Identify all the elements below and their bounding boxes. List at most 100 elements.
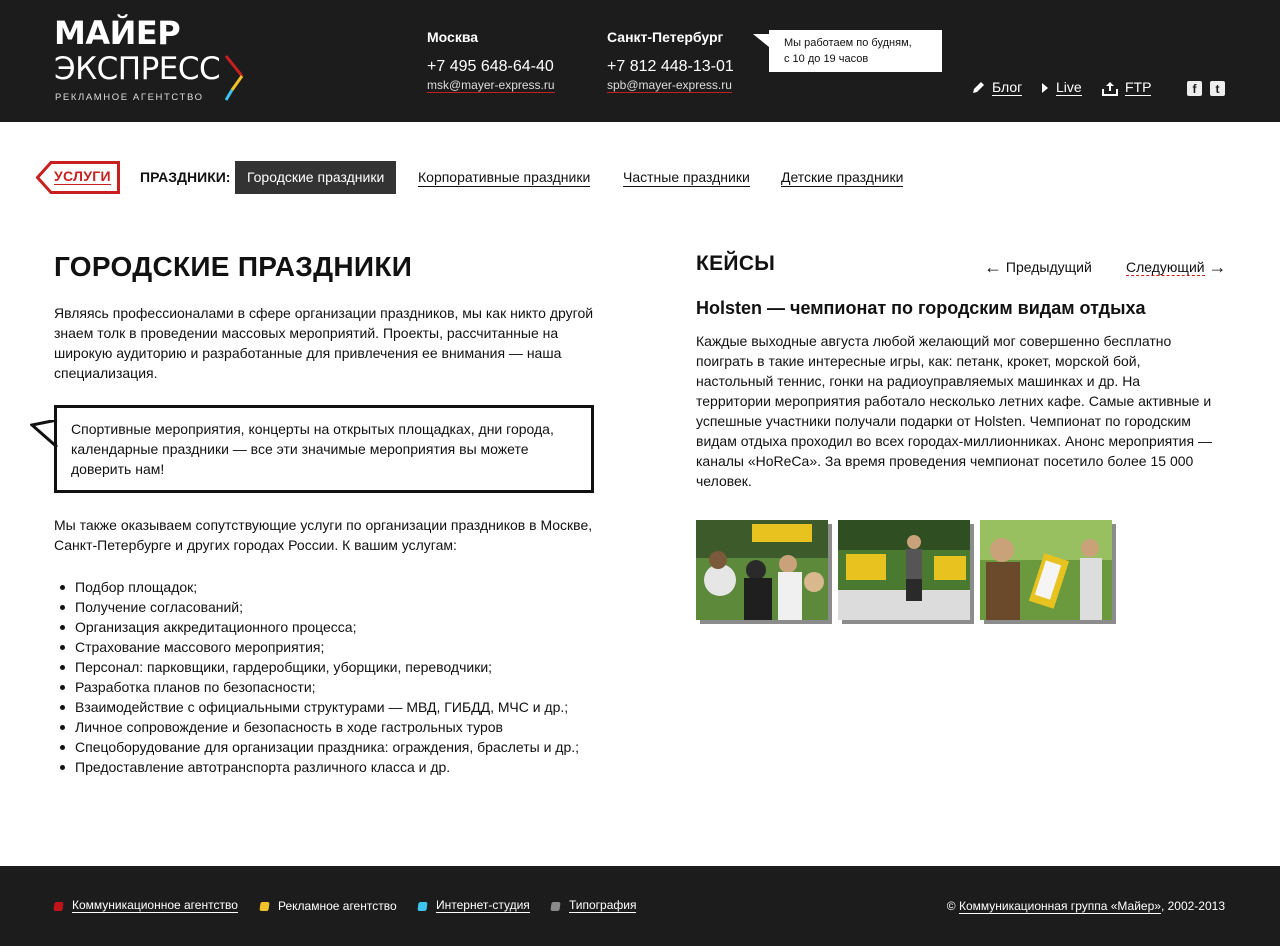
case-title: Holsten — чемпионат по городским видам о…	[696, 298, 1146, 318]
logo-tagline: РЕКЛАМНОЕ АГЕНТСТВО	[55, 92, 204, 103]
list-item: Получение согласований;	[54, 597, 579, 617]
page-title: ГОРОДСКИЕ ПРАЗДНИКИ	[54, 251, 413, 282]
live-link-label: Live	[1056, 79, 1082, 96]
text-line: доверить нам!	[71, 461, 165, 477]
prev-case-label: Предыдущий	[1005, 259, 1092, 275]
worktime-bubble: Мы работаем по будням, с 10 до 19 часов	[769, 30, 942, 72]
gray-bullet-icon	[550, 901, 561, 911]
text-line: Спортивные мероприятия, концерты на откр…	[71, 421, 554, 437]
ftp-link[interactable]: FTP	[1102, 79, 1152, 96]
text-line: Мы также оказываем сопутствующие услуги …	[54, 517, 593, 533]
sub-navigation: УСЛУГИ ПРАЗДНИКИ: Городские праздники Ко…	[0, 160, 1280, 194]
case-photo-thumbnail[interactable]	[838, 520, 970, 620]
arrow-right-icon: →	[1208, 257, 1227, 277]
list-item: Спецоборудование для организации праздни…	[54, 737, 579, 757]
footer-link-label: Типография	[569, 898, 637, 913]
text-line: успешные участники получали подарки от H…	[696, 413, 1191, 429]
city-phone: +7 812 448-13-01	[607, 58, 734, 75]
upload-icon	[1102, 81, 1118, 96]
footer-link-advertising-agency[interactable]: Рекламное агентство	[259, 899, 397, 913]
blue-bullet-icon	[417, 901, 428, 911]
pencil-icon	[973, 81, 984, 93]
list-item: Персонал: парковщики, гардеробщики, убор…	[54, 657, 579, 677]
list-item: Разработка планов по безопасности;	[54, 677, 579, 697]
city-email-link[interactable]: msk@mayer-express.ru	[427, 79, 555, 93]
logo-chevron-icon	[224, 55, 244, 101]
copyright-years: , 2002-2013	[1160, 899, 1225, 913]
text-line: Санкт-Петербурге и других городах России…	[54, 537, 457, 553]
text-line: календарные праздники — все эти значимые…	[71, 441, 529, 457]
text-line: видам отдыха проходил во всех городах-ми…	[696, 433, 1212, 449]
text-line: человек.	[696, 473, 752, 489]
text-line: каналы «HoReCa». За время проведения чем…	[696, 453, 1194, 469]
text-line: поиграть в такие интересные игры, как: п…	[696, 353, 1141, 369]
list-item: Личное сопровождение и безопасность в хо…	[54, 717, 579, 737]
footer-link-internet-studio[interactable]: Интернет-студия	[417, 898, 530, 913]
yellow-bullet-icon	[259, 901, 270, 911]
copyright: © Коммуникационная группа «Майер», 2002-…	[946, 899, 1225, 914]
list-item: Взаимодействие с официальными структурам…	[54, 697, 579, 717]
text-line: Являясь профессионалами в сфере организа…	[54, 305, 594, 321]
nav-tab-label: Частные праздники	[623, 169, 750, 187]
next-case-link[interactable]: Следующий →	[1126, 257, 1226, 278]
footer-link-communication-agency[interactable]: Коммуникационное агентство	[53, 898, 238, 913]
footer-link-label: Интернет-студия	[436, 898, 530, 913]
nav-tab-city-holidays[interactable]: Городские праздники	[235, 161, 397, 194]
text-line: территории мероприятия работало нескольк…	[696, 393, 1212, 409]
copyright-symbol: ©	[946, 899, 956, 913]
blog-link[interactable]: Блог	[971, 79, 1023, 96]
intro-paragraph: Являясь профессионалами в сфере организа…	[54, 303, 593, 383]
nav-tab-label: Корпоративные праздники	[418, 169, 591, 187]
list-item: Организация аккредитационного процесса;	[54, 617, 579, 637]
text-line: широкую аудиторию и разработанные для пр…	[54, 345, 562, 361]
case-photo-thumbnail[interactable]	[980, 520, 1112, 620]
list-item: Предоставление автотранспорта различного…	[54, 757, 579, 777]
next-case-label: Следующий	[1126, 259, 1205, 276]
arrow-left-icon: ←	[984, 257, 1002, 277]
logo-line-1: МАЙЕР	[54, 14, 181, 52]
play-icon	[1042, 82, 1048, 93]
text-line: Каждые выходные августа любой желающий м…	[696, 333, 1172, 349]
highlight-quote: Спортивные мероприятия, концерты на откр…	[54, 405, 594, 493]
prev-case-link[interactable]: ← Предыдущий	[984, 257, 1092, 278]
text-line: настольный теннис, гонки на радиоуправля…	[696, 373, 1141, 389]
case-description: Каждые выходные августа любой желающий м…	[696, 331, 1212, 491]
cases-title: КЕЙСЫ	[696, 252, 776, 275]
text-line: знаем толк в проведении массовых меропри…	[54, 325, 559, 341]
logo-line-2: ЭКСПРЕСС	[54, 51, 221, 87]
blog-link-label: Блог	[992, 79, 1023, 96]
city-phone: +7 495 648-64-40	[427, 58, 554, 75]
list-item: Страхование массового мероприятия;	[54, 637, 579, 657]
text-line: специализация.	[54, 365, 158, 381]
nav-tab-corporate-holidays[interactable]: Корпоративные праздники	[418, 161, 591, 194]
city-name: Санкт-Петербург	[607, 29, 724, 45]
nav-tab-kids-holidays[interactable]: Детские праздники	[781, 161, 904, 194]
section-label: ПРАЗДНИКИ:	[140, 169, 231, 185]
worktime-line: с 10 до 19 часов	[784, 53, 869, 65]
city-spb: Санкт-Петербург +7 812 448-13-01 spb@may…	[607, 29, 734, 94]
copyright-link[interactable]: Коммуникационная группа «Майер»	[958, 899, 1161, 914]
worktime-bubble-tail	[753, 34, 769, 47]
city-moscow: Москва +7 495 648-64-40 msk@mayer-expres…	[427, 29, 555, 94]
footer-link-label: Рекламное агентство	[278, 899, 397, 913]
worktime-line: Мы работаем по будням,	[784, 37, 912, 49]
nav-tab-label: Детские праздники	[781, 169, 904, 187]
facebook-icon[interactable]: f	[1187, 81, 1202, 96]
city-name: Москва	[427, 29, 479, 45]
site-header: МАЙЕР ЭКСПРЕСС РЕКЛАМНОЕ АГЕНТСТВО Москв…	[0, 0, 1280, 122]
live-link[interactable]: Live	[1041, 79, 1082, 96]
nav-tab-label: Городские праздники	[247, 169, 385, 185]
services-list: Подбор площадок; Получение согласований;…	[54, 577, 579, 777]
case-photo-thumbnail[interactable]	[696, 520, 828, 620]
city-email-link[interactable]: spb@mayer-express.ru	[607, 79, 732, 93]
list-item: Подбор площадок;	[54, 577, 579, 597]
footer-link-printing[interactable]: Типография	[550, 898, 637, 913]
ftp-link-label: FTP	[1125, 79, 1152, 96]
nav-tab-private-holidays[interactable]: Частные праздники	[623, 161, 750, 194]
logo[interactable]: МАЙЕР ЭКСПРЕСС РЕКЛАМНОЕ АГЕНТСТВО	[54, 16, 254, 106]
red-bullet-icon	[53, 901, 64, 911]
twitter-icon[interactable]: t	[1210, 81, 1225, 96]
back-to-services-label: УСЛУГИ	[54, 168, 111, 185]
services-intro: Мы также оказываем сопутствующие услуги …	[54, 515, 592, 555]
footer-link-label: Коммуникационное агентство	[72, 898, 238, 913]
